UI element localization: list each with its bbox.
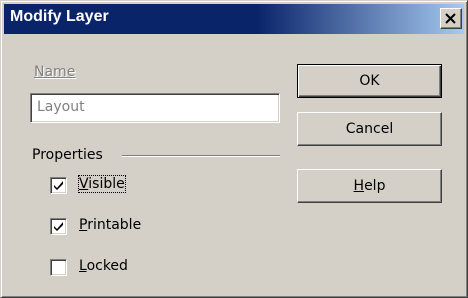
cancel-button[interactable]: Cancel: [297, 112, 442, 146]
help-button[interactable]: Help: [297, 169, 442, 203]
dialog-title: Modify Layer: [10, 8, 109, 25]
close-icon: [445, 13, 456, 24]
name-label: Name: [34, 64, 76, 80]
visible-checkbox[interactable]: [50, 177, 67, 194]
title-bar[interactable]: Modify Layer: [4, 4, 464, 34]
help-button-label: Help: [353, 178, 386, 194]
name-field[interactable]: Layout: [30, 93, 280, 123]
cancel-button-label: Cancel: [345, 121, 394, 137]
close-button[interactable]: [440, 8, 462, 29]
printable-checkbox-label[interactable]: Printable: [79, 217, 141, 233]
visible-checkbox-label[interactable]: Visible: [78, 175, 126, 193]
ok-button-label: OK: [359, 73, 380, 89]
properties-group-divider: [122, 155, 280, 157]
locked-checkbox[interactable]: [50, 259, 67, 276]
locked-checkbox-label[interactable]: Locked: [79, 258, 128, 274]
modify-layer-dialog: Modify Layer Name Layout Properties Visi…: [0, 0, 468, 298]
ok-button[interactable]: OK: [297, 64, 442, 98]
name-field-value: Layout: [37, 99, 85, 115]
checkmark-icon: [54, 222, 63, 231]
checkmark-icon: [54, 181, 63, 190]
printable-checkbox[interactable]: [50, 218, 67, 235]
properties-group-title: Properties: [32, 147, 103, 163]
